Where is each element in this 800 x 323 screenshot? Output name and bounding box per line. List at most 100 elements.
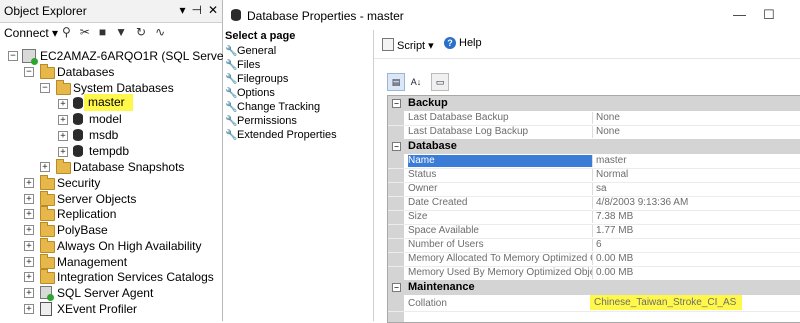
folder-icon xyxy=(40,222,55,237)
expand-icon[interactable]: + xyxy=(58,115,68,125)
page-filegroups[interactable]: 🔧Filegroups xyxy=(225,73,288,85)
expand-icon[interactable]: + xyxy=(24,194,34,204)
tree-server-node[interactable]: − EC2AMAZ-6ARQO1R (SQL Server 15.0.4 xyxy=(0,48,264,65)
db-label-model: model xyxy=(89,112,122,126)
expand-icon[interactable]: + xyxy=(40,162,50,172)
collapse-icon[interactable]: − xyxy=(392,99,401,108)
collapse-icon[interactable]: − xyxy=(8,51,18,61)
script-button[interactable]: Script ▾ xyxy=(382,38,434,52)
collapse-icon[interactable]: − xyxy=(392,142,401,151)
help-label: Help xyxy=(459,37,482,49)
stop-icon[interactable]: ■ xyxy=(99,25,106,39)
category-label: Backup xyxy=(408,97,448,109)
disconnect-icon[interactable]: ✂ xyxy=(80,25,90,39)
dialog-title: Database Properties - master xyxy=(247,9,404,23)
wrench-icon: 🔧 xyxy=(225,74,238,85)
close-icon[interactable]: ✕ xyxy=(208,3,218,17)
expand-icon[interactable]: + xyxy=(24,178,34,188)
property-value: 7.38 MB xyxy=(596,211,634,222)
page-general[interactable]: 🔧General xyxy=(225,45,276,57)
property-row-selected[interactable]: Name master xyxy=(388,154,800,169)
object-explorer-toolbar: Connect ▾ ⚲ ✂ ■ ▼ ↻ ∿ xyxy=(0,23,222,43)
expand-icon[interactable]: + xyxy=(58,131,68,141)
property-row[interactable]: Last Database Log Backup None xyxy=(388,125,800,140)
db-label-msdb: msdb xyxy=(89,128,119,142)
maximize-button[interactable]: ☐ xyxy=(763,7,775,23)
page-label: Permissions xyxy=(237,115,297,127)
node-label: Management xyxy=(57,255,128,269)
select-page-panel: Select a page 🔧General 🔧Files 🔧Filegroup… xyxy=(223,30,374,321)
page-change-tracking[interactable]: 🔧Change Tracking xyxy=(225,101,320,113)
property-row[interactable]: Size 7.38 MB xyxy=(388,210,800,225)
page-label: Filegroups xyxy=(237,73,289,85)
category-database[interactable]: − Database xyxy=(388,139,800,154)
object-explorer-panel: Object Explorer ▾ ⊣ ✕ Connect ▾ ⚲ ✂ ■ ▼ … xyxy=(0,0,264,321)
wrench-icon: 🔧 xyxy=(225,102,238,113)
expand-icon[interactable]: + xyxy=(24,257,34,267)
select-page-header: Select a page xyxy=(225,30,296,42)
property-value: sa xyxy=(596,183,607,194)
property-row[interactable]: Date Created 4/8/2003 9:13:36 AM xyxy=(388,196,800,211)
node-label: Integration Services Catalogs xyxy=(57,270,214,284)
collapse-icon[interactable]: − xyxy=(40,83,50,93)
category-maintenance[interactable]: − Maintenance xyxy=(388,280,800,295)
content-toolbar: Script ▾ ? Help xyxy=(374,30,800,59)
property-name: Owner xyxy=(408,183,593,195)
object-explorer-title: Object Explorer xyxy=(4,4,87,18)
categorized-icon[interactable]: ▤ xyxy=(387,73,405,91)
property-value: 4/8/2003 9:13:36 AM xyxy=(596,197,689,208)
expand-icon[interactable]: + xyxy=(24,225,34,235)
folder-icon xyxy=(40,64,55,79)
page-label: Options xyxy=(237,87,275,99)
database-icon xyxy=(231,9,241,21)
script-icon xyxy=(382,38,394,51)
property-pages-icon[interactable]: ▭ xyxy=(431,73,449,91)
help-button[interactable]: ? Help xyxy=(444,37,482,49)
property-row[interactable]: Number of Users 6 xyxy=(388,238,800,253)
property-row[interactable]: Last Database Backup None xyxy=(388,111,800,126)
database-icon xyxy=(73,97,83,109)
activity-icon[interactable]: ∿ xyxy=(155,25,165,39)
property-grid: − Backup Last Database Backup None Last D… xyxy=(387,95,800,323)
property-row[interactable]: Space Available 1.77 MB xyxy=(388,224,800,239)
wrench-icon: 🔧 xyxy=(225,60,238,71)
expand-icon[interactable]: + xyxy=(24,272,34,282)
page-extended-properties[interactable]: 🔧Extended Properties xyxy=(225,129,337,141)
collapse-icon[interactable]: − xyxy=(392,283,401,292)
node-label: XEvent Profiler xyxy=(57,302,138,316)
expand-icon[interactable]: + xyxy=(24,304,34,314)
alphabetical-icon[interactable]: A↓ xyxy=(407,73,425,91)
node-label: Security xyxy=(57,176,101,190)
expand-icon[interactable]: + xyxy=(58,147,68,157)
script-label: Script xyxy=(397,40,426,52)
expand-icon[interactable]: + xyxy=(24,209,34,219)
connect-icon[interactable]: ⚲ xyxy=(62,25,71,39)
dropdown-icon[interactable]: ▾ xyxy=(179,3,185,17)
filter-icon[interactable]: ▼ xyxy=(115,25,127,39)
expand-icon[interactable]: + xyxy=(24,288,34,298)
profiler-icon xyxy=(40,302,52,316)
expand-icon[interactable]: + xyxy=(58,99,68,109)
property-row[interactable]: Collation Chinese_Taiwan_Stroke_CI_AS xyxy=(388,295,800,312)
node-label: Always On High Availability xyxy=(57,239,202,253)
category-backup[interactable]: − Backup xyxy=(388,96,800,111)
page-options[interactable]: 🔧Options xyxy=(225,87,275,99)
pin-icon[interactable]: ⊣ xyxy=(191,3,201,17)
property-row[interactable]: Status Normal xyxy=(388,168,800,183)
collapse-icon[interactable]: − xyxy=(24,67,34,77)
property-row[interactable]: Owner sa xyxy=(388,182,800,197)
node-label: Replication xyxy=(57,207,117,221)
refresh-icon[interactable]: ↻ xyxy=(136,25,146,39)
page-files[interactable]: 🔧Files xyxy=(225,59,260,71)
property-sort-toolbar: ▤ A↓ ▭ xyxy=(387,73,457,91)
property-row[interactable]: Memory Allocated To Memory Optimized Obj… xyxy=(388,252,800,267)
page-permissions[interactable]: 🔧Permissions xyxy=(225,115,297,127)
database-icon xyxy=(73,113,83,125)
wrench-icon: 🔧 xyxy=(225,88,238,99)
minimize-button[interactable]: — xyxy=(733,7,746,22)
property-row[interactable]: Memory Used By Memory Optimized Objects 0… xyxy=(388,266,800,281)
expand-icon[interactable]: + xyxy=(24,241,34,251)
property-name: Size xyxy=(408,211,593,223)
property-value: None xyxy=(596,112,620,123)
connect-button[interactable]: Connect ▾ xyxy=(4,26,58,40)
